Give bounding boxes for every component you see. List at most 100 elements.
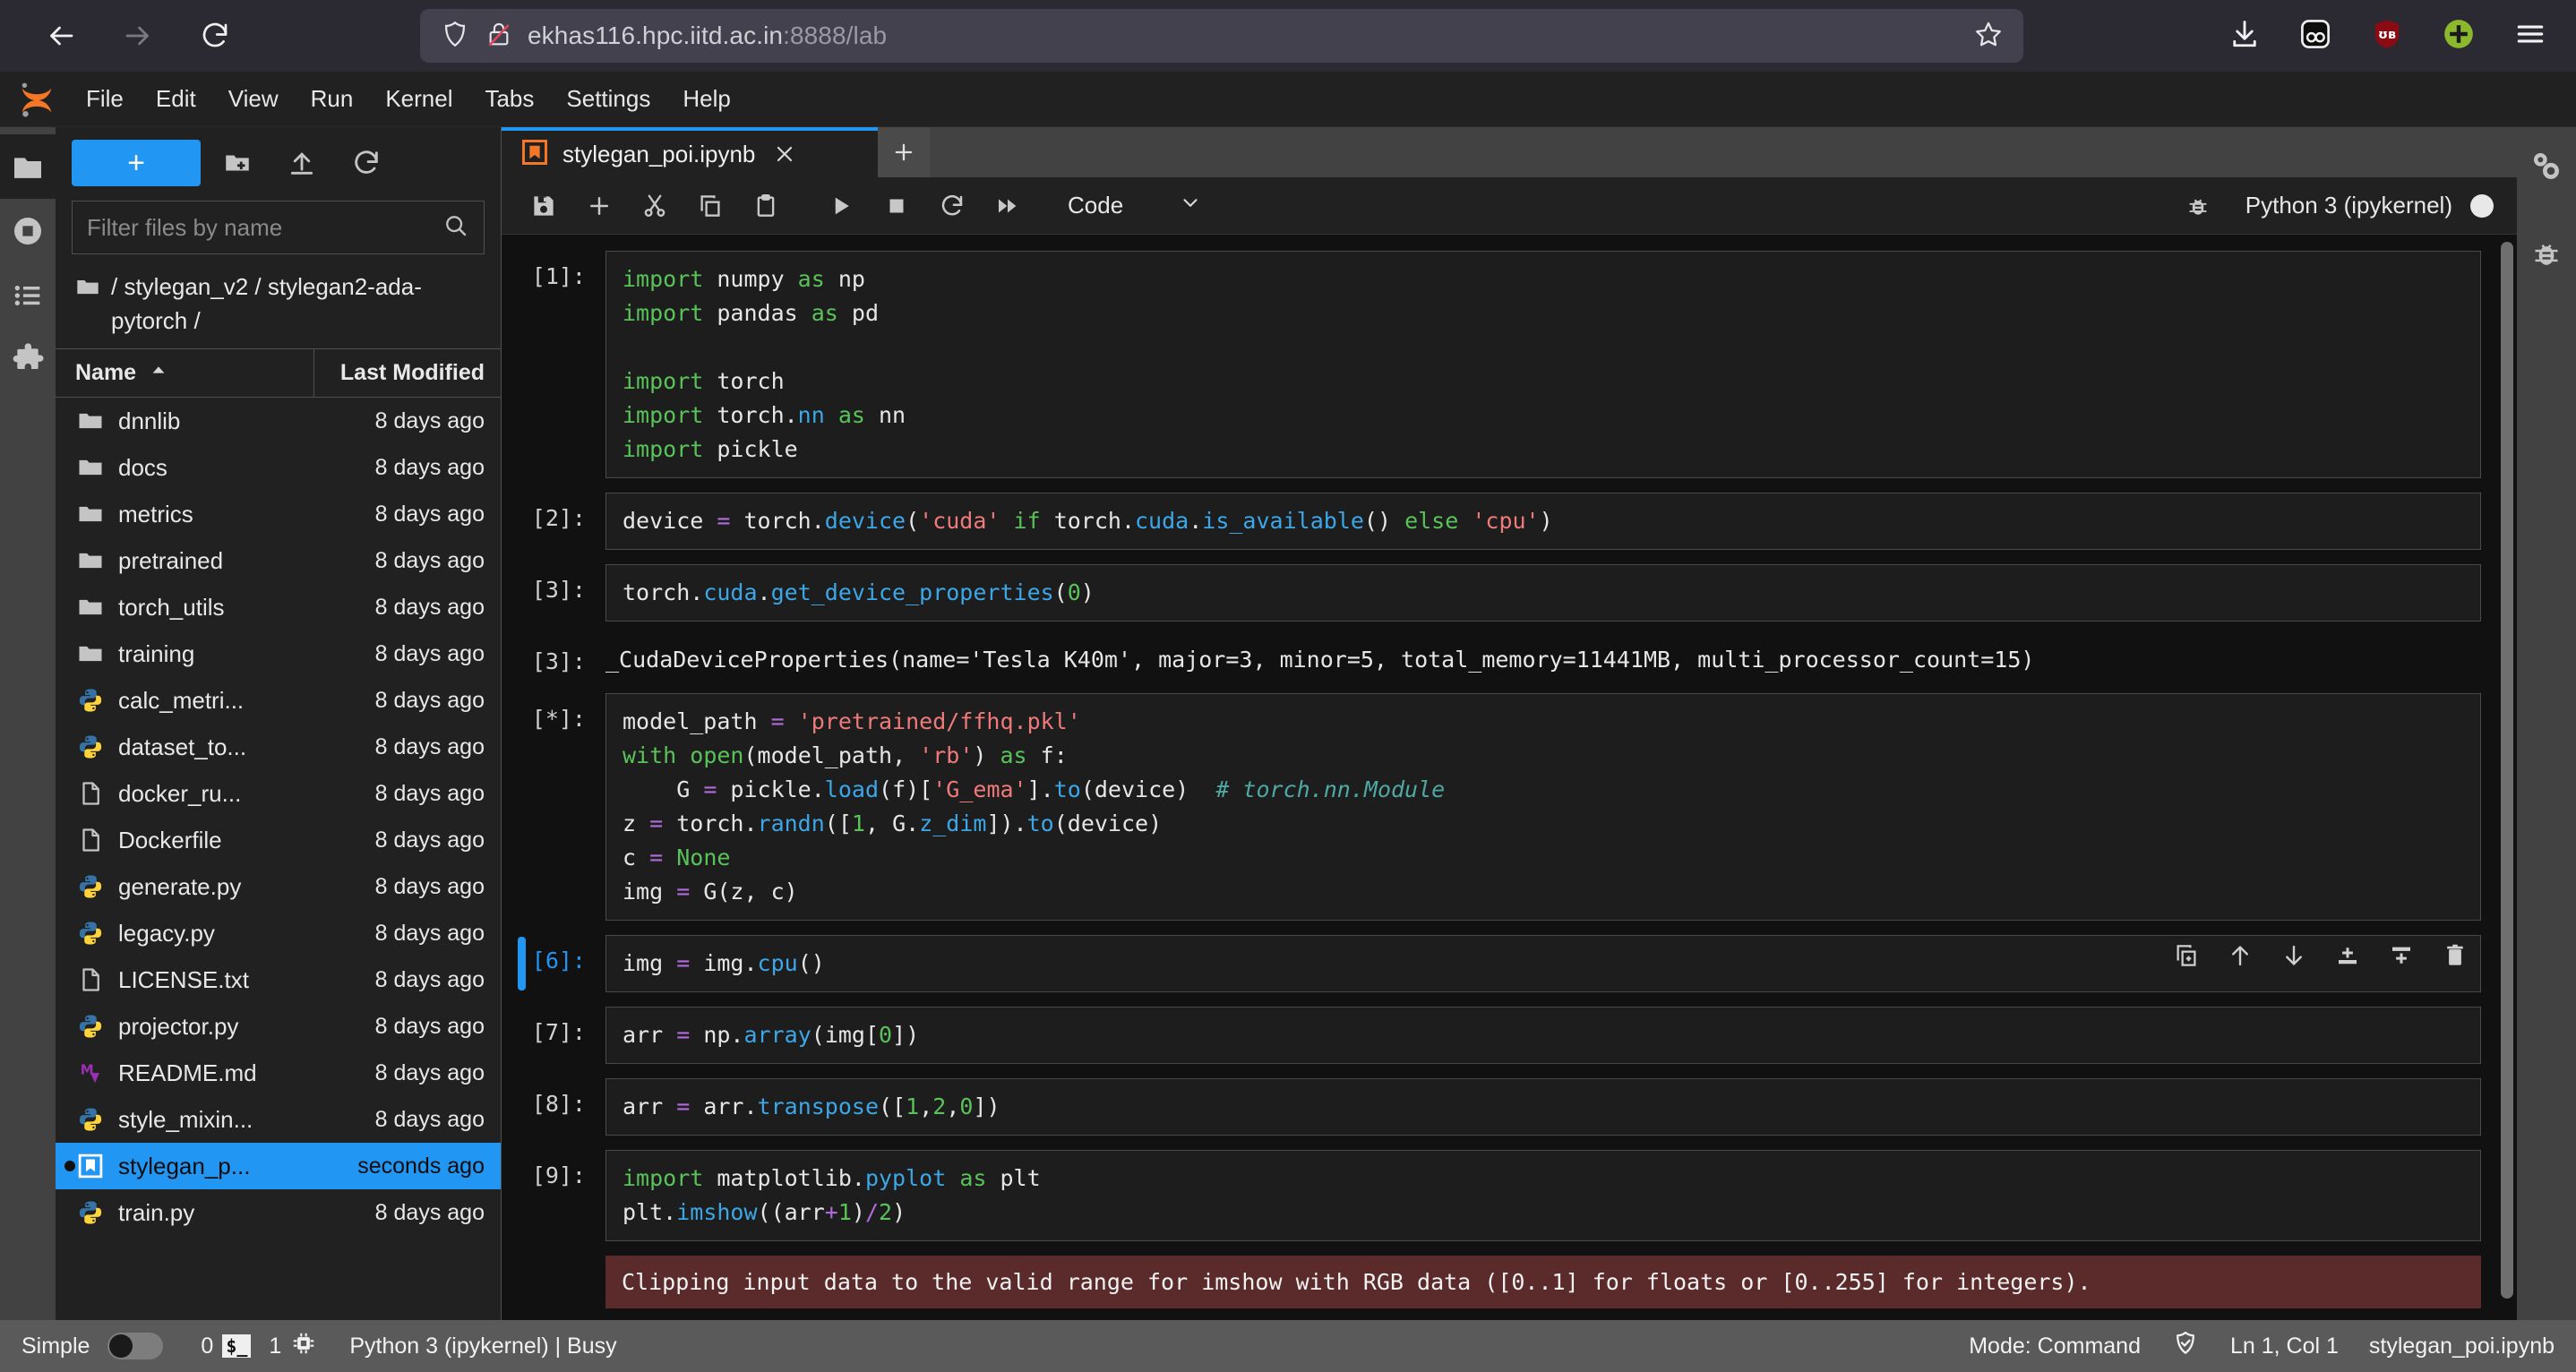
tab-stylegan-poi[interactable]: stylegan_poi.ipynb xyxy=(502,127,878,177)
sidebar-item-commands[interactable] xyxy=(0,263,56,328)
move-cell-up-icon[interactable] xyxy=(2225,940,2255,971)
notebook-scroll-body[interactable]: [1]: import numpy as np import pandas as p… xyxy=(502,235,2517,1320)
insecure-lock-icon[interactable] xyxy=(485,19,513,54)
notebook-cell[interactable]: [8]: arr = arr.transpose([1,2,0]) xyxy=(502,1077,2517,1136)
back-button[interactable] xyxy=(36,11,86,61)
url-text[interactable]: ekhas116.hpc.iitd.ac.in:8888/lab xyxy=(528,21,887,50)
menu-kernel[interactable]: Kernel xyxy=(369,78,468,120)
duplicate-cell-icon[interactable] xyxy=(2171,940,2202,971)
menu-run[interactable]: Run xyxy=(295,78,370,120)
menu-tabs[interactable]: Tabs xyxy=(468,78,550,120)
ublock-origin-icon[interactable]: ʊʙ xyxy=(2370,17,2404,56)
move-cell-down-icon[interactable] xyxy=(2279,940,2309,971)
close-icon[interactable] xyxy=(769,139,800,169)
menu-settings[interactable]: Settings xyxy=(550,78,666,120)
file-row[interactable]: M README.md 8 days ago xyxy=(56,1050,501,1096)
stop-button[interactable] xyxy=(871,183,923,229)
url-bar[interactable]: ekhas116.hpc.iitd.ac.in:8888/lab xyxy=(420,9,2023,63)
file-row[interactable]: pretrained 8 days ago xyxy=(56,537,501,584)
upload-icon[interactable] xyxy=(274,140,330,186)
search-icon[interactable] xyxy=(442,212,469,244)
terminals-status[interactable]: 0 $_ xyxy=(181,1333,252,1359)
breadcrumb[interactable]: / stylegan_v2 / stylegan2-ada-pytorch / xyxy=(56,263,501,348)
file-row[interactable]: dnnlib 8 days ago xyxy=(56,398,501,444)
copy-button[interactable] xyxy=(684,183,736,229)
notebook-cell[interactable]: [3]: torch.cuda.get_device_properties(0) xyxy=(502,564,2517,622)
notebook-vertical-scrollbar[interactable] xyxy=(2501,242,2513,1299)
cell-input-editor[interactable]: torch.cuda.get_device_properties(0) xyxy=(605,564,2481,622)
refresh-icon[interactable] xyxy=(339,140,394,186)
forward-button[interactable] xyxy=(113,11,163,61)
menu-help[interactable]: Help xyxy=(666,78,746,120)
kernel-name-label[interactable]: Python 3 (ipykernel) xyxy=(2245,192,2452,219)
file-row[interactable]: calc_metri... 8 days ago xyxy=(56,677,501,724)
cut-button[interactable] xyxy=(629,183,681,229)
add-extension-icon[interactable] xyxy=(2442,17,2476,56)
cell-prompt: [2]: xyxy=(531,505,586,531)
new-folder-icon[interactable] xyxy=(210,140,265,186)
file-row[interactable]: metrics 8 days ago xyxy=(56,491,501,537)
kernels-status[interactable]: 1 xyxy=(269,1330,317,1363)
cell-input-editor[interactable]: import numpy as np import pandas as pd im… xyxy=(605,251,2481,478)
bug-icon[interactable] xyxy=(2172,183,2224,229)
file-row[interactable]: style_mixin... 8 days ago xyxy=(56,1096,501,1143)
file-row[interactable]: docker_ru... 8 days ago xyxy=(56,770,501,817)
file-row[interactable]: Dockerfile 8 days ago xyxy=(56,817,501,863)
property-inspector-icon[interactable] xyxy=(2517,138,2576,193)
file-row[interactable]: LICENSE.txt 8 days ago xyxy=(56,956,501,1003)
cell-type-select[interactable]: Code xyxy=(1057,184,1209,227)
file-row[interactable]: docs 8 days ago xyxy=(56,444,501,491)
search-input[interactable] xyxy=(87,213,442,242)
insert-cell-button[interactable] xyxy=(573,183,625,229)
cell-input-editor[interactable]: arr = arr.transpose([1,2,0]) xyxy=(605,1077,2481,1136)
run-button[interactable] xyxy=(815,183,867,229)
file-row[interactable]: stylegan_p... seconds ago xyxy=(56,1143,501,1190)
sidebar-item-extension-manager[interactable] xyxy=(0,328,56,392)
file-last-modified: 8 days ago xyxy=(374,1199,485,1225)
delete-cell-icon[interactable] xyxy=(2440,940,2470,971)
column-header-name[interactable]: Name xyxy=(56,349,314,398)
debugger-icon[interactable] xyxy=(2517,226,2576,281)
cell-input-editor[interactable]: import matplotlib.pyplot as plt plt.imsho… xyxy=(605,1149,2481,1241)
file-row[interactable]: train.py 8 days ago xyxy=(56,1189,501,1236)
pocket-icon[interactable] xyxy=(2298,17,2332,56)
simple-mode-toggle[interactable] xyxy=(107,1333,164,1359)
hamburger-menu-icon[interactable] xyxy=(2513,17,2547,56)
menu-edit[interactable]: Edit xyxy=(140,78,212,120)
add-tab-icon[interactable] xyxy=(878,127,930,177)
notebook-cell[interactable]: [2]: device = torch.device('cuda' if torc… xyxy=(502,493,2517,550)
menu-file[interactable]: File xyxy=(70,78,140,120)
insert-cell-above-icon[interactable] xyxy=(2332,940,2363,971)
shield-icon[interactable] xyxy=(440,19,470,54)
restart-button[interactable] xyxy=(926,183,978,229)
cell-input-editor[interactable]: model_path = 'pretrained/ffhq.pkl' with o… xyxy=(605,692,2481,921)
notebook-cell[interactable]: [1]: import numpy as np import pandas as p… xyxy=(502,251,2517,478)
filter-box[interactable] xyxy=(72,201,485,254)
insert-cell-below-icon[interactable] xyxy=(2386,940,2417,971)
downloads-icon[interactable] xyxy=(2228,18,2261,55)
sidebar-item-running-sessions[interactable] xyxy=(0,199,56,263)
notebook-cell[interactable]: [7]: arr = np.array(img[0]) xyxy=(502,1006,2517,1064)
markdown-file-icon: M xyxy=(75,1059,106,1086)
notebook-cell[interactable]: [6]: img = img.cpu() xyxy=(502,934,2517,992)
shield-check-icon[interactable] xyxy=(2171,1329,2200,1364)
file-row[interactable]: projector.py 8 days ago xyxy=(56,1003,501,1050)
file-row[interactable]: training 8 days ago xyxy=(56,630,501,677)
menu-view[interactable]: View xyxy=(212,78,295,120)
notebook-cell[interactable]: [9]: import matplotlib.pyplot as plt plt.i… xyxy=(502,1149,2517,1241)
save-button[interactable] xyxy=(518,183,570,229)
star-icon[interactable] xyxy=(1973,19,2004,54)
paste-button[interactable] xyxy=(740,183,792,229)
file-row[interactable]: legacy.py 8 days ago xyxy=(56,910,501,956)
cell-input-editor[interactable]: arr = np.array(img[0]) xyxy=(605,1006,2481,1064)
column-header-last-modified[interactable]: Last Modified xyxy=(314,349,501,397)
cell-input-editor[interactable]: device = torch.device('cuda' if torch.cu… xyxy=(605,493,2481,550)
file-row[interactable]: torch_utils 8 days ago xyxy=(56,584,501,630)
file-row[interactable]: dataset_to... 8 days ago xyxy=(56,724,501,770)
sidebar-item-file-browser[interactable] xyxy=(0,134,56,199)
reload-button[interactable] xyxy=(190,11,240,61)
file-row[interactable]: generate.py 8 days ago xyxy=(56,863,501,910)
restart-run-all-button[interactable] xyxy=(982,183,1034,229)
notebook-cell[interactable]: [*]: model_path = 'pretrained/ffhq.pkl' wi… xyxy=(502,692,2517,921)
new-launcher-button[interactable]: + xyxy=(72,140,201,186)
